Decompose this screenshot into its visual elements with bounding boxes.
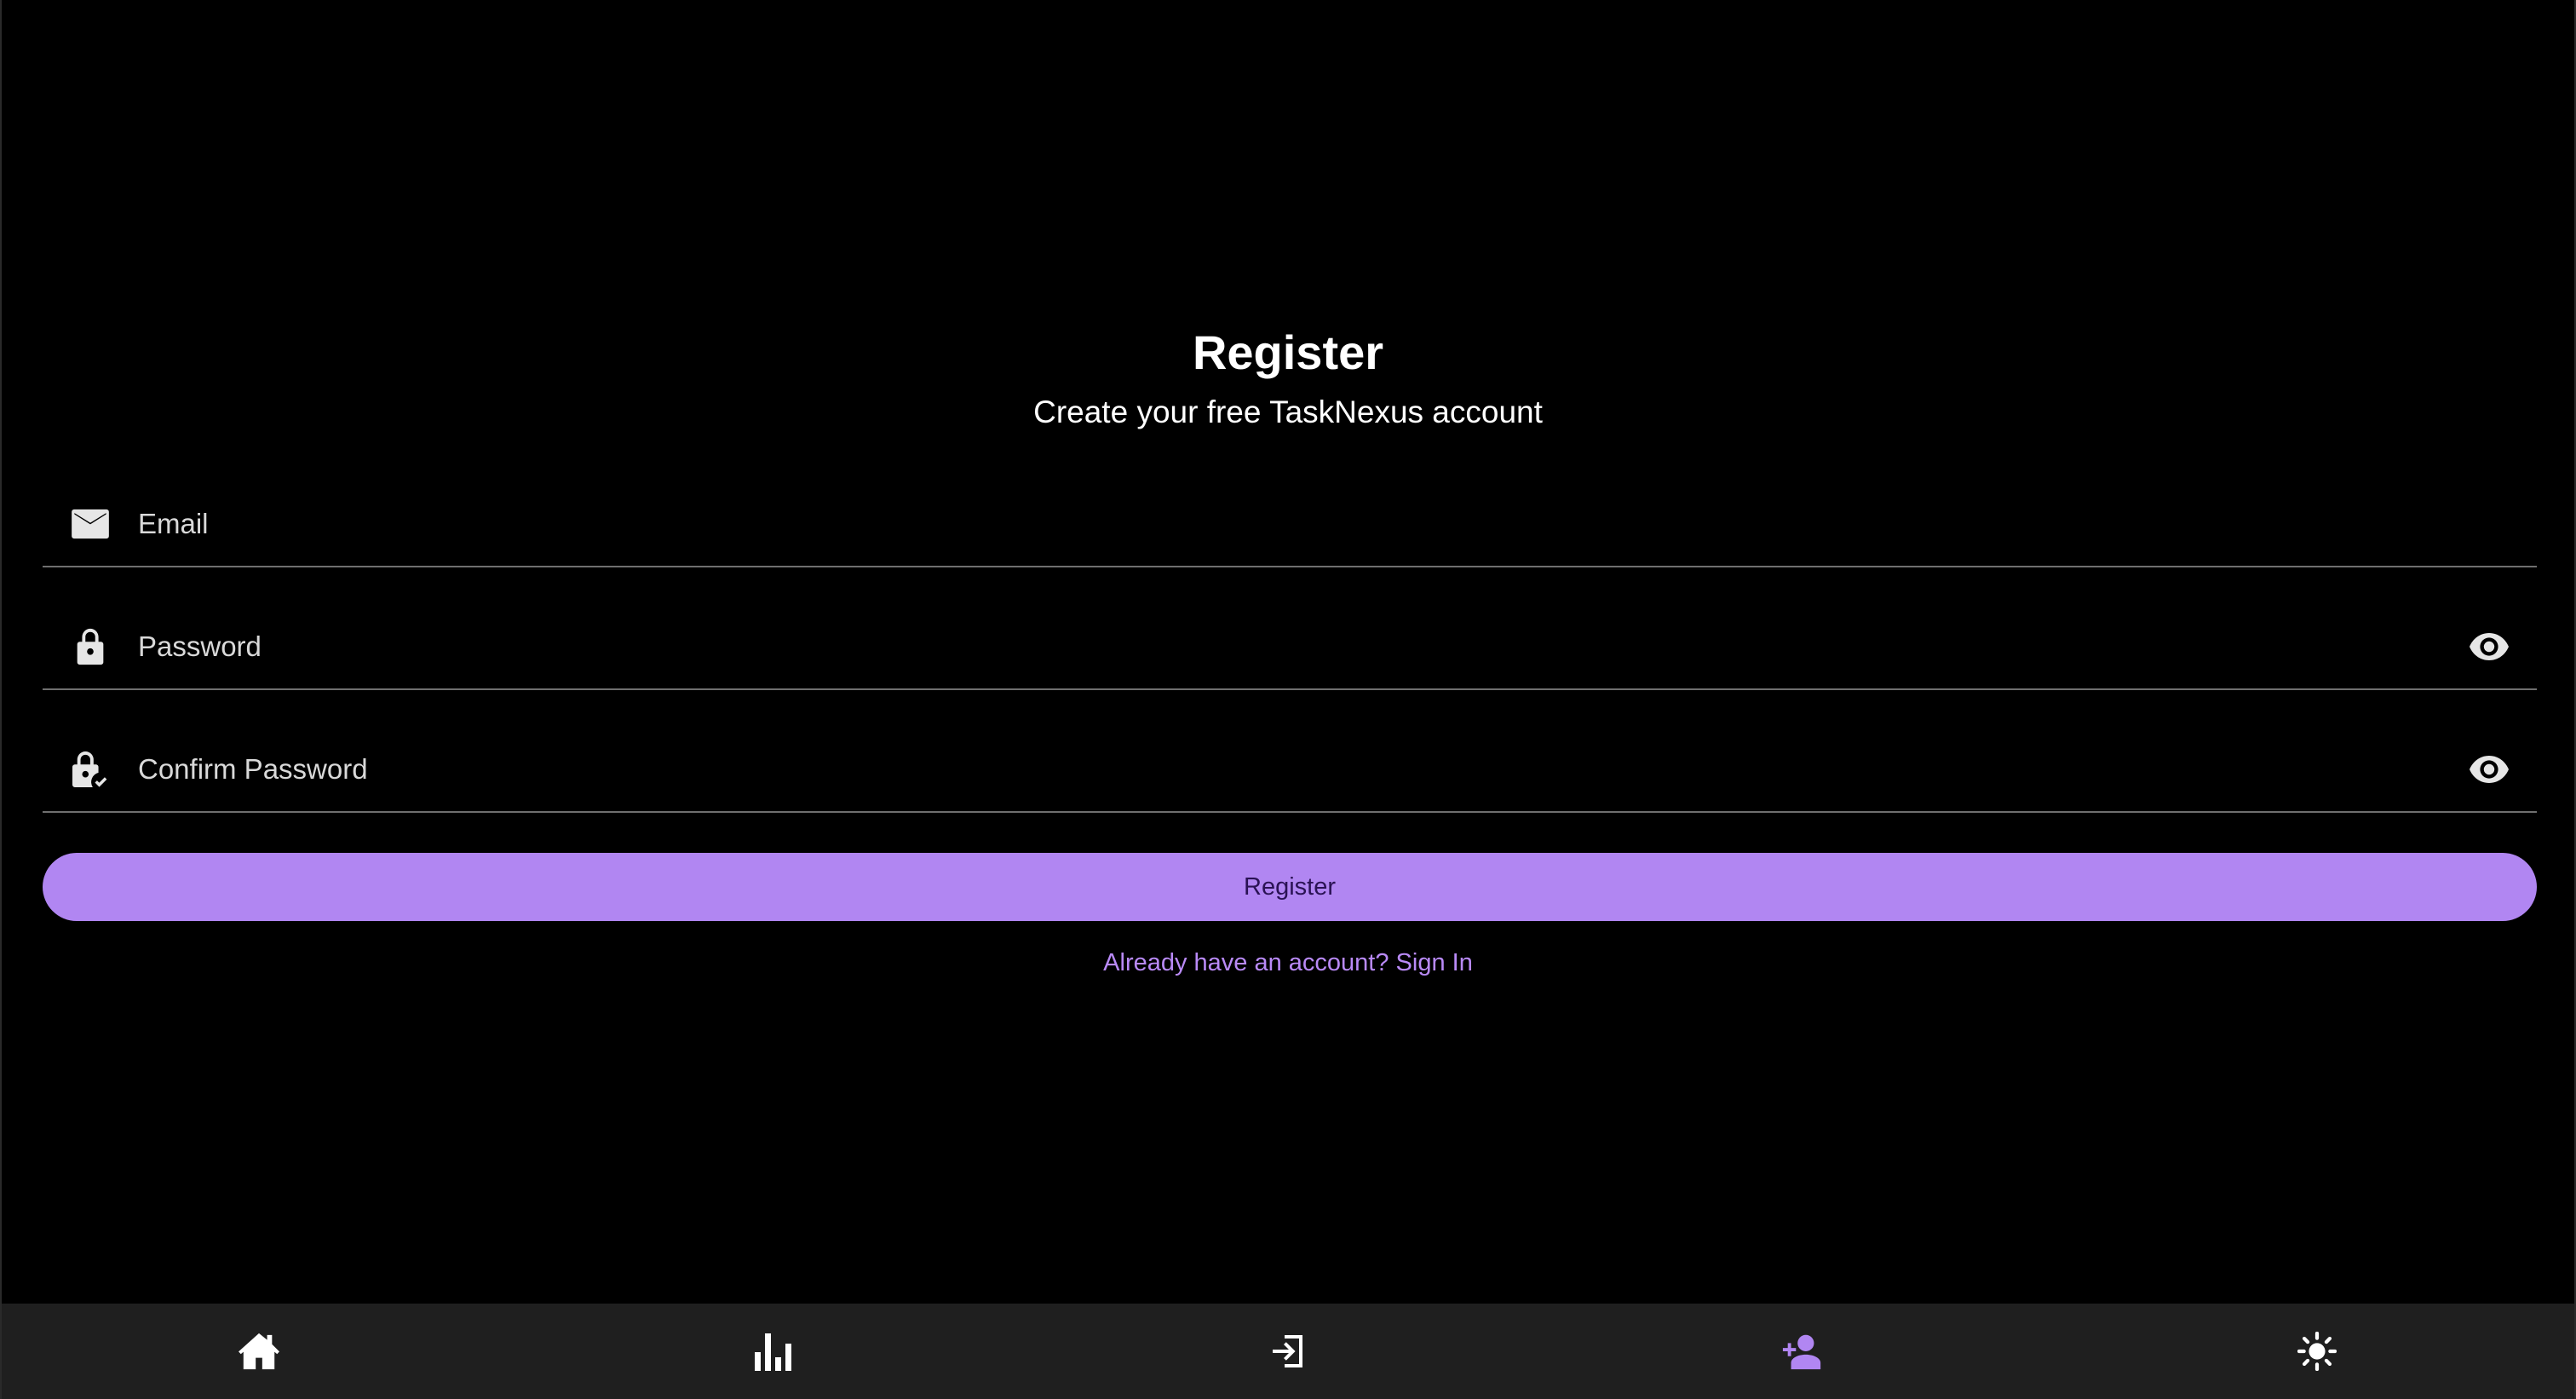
confirm-password-field[interactable] <box>43 728 2537 813</box>
eye-icon[interactable] <box>2467 747 2511 792</box>
nav-item-home[interactable] <box>2 1304 516 1399</box>
lock-icon <box>70 626 111 667</box>
mail-icon <box>70 504 111 544</box>
password-input[interactable] <box>138 617 2467 676</box>
sign-in-link[interactable]: Already have an account? Sign In <box>2 946 2574 980</box>
nav-item-theme[interactable] <box>2060 1304 2574 1399</box>
bottom-nav <box>2 1304 2574 1399</box>
confirm-password-input[interactable] <box>138 740 2467 799</box>
home-icon <box>238 1332 280 1371</box>
register-screen: Register Create your free TaskNexus acco… <box>2 0 2574 1304</box>
email-input[interactable] <box>138 494 2537 554</box>
page-subtitle: Create your free TaskNexus account <box>1033 394 1543 429</box>
nav-item-stats[interactable] <box>516 1304 1031 1399</box>
eye-icon[interactable] <box>2467 625 2511 669</box>
page-title: Register <box>1192 325 1384 379</box>
password-field[interactable] <box>43 605 2537 690</box>
person-add-icon <box>1781 1333 1824 1370</box>
nav-item-login[interactable] <box>1031 1304 1545 1399</box>
login-icon <box>1271 1334 1305 1368</box>
nav-item-register[interactable] <box>1545 1304 2060 1399</box>
register-button[interactable]: Register <box>43 853 2537 921</box>
bar-chart-icon <box>755 1332 792 1371</box>
sun-icon <box>2297 1332 2337 1371</box>
lock-check-icon <box>70 749 111 790</box>
email-field[interactable] <box>43 482 2537 567</box>
